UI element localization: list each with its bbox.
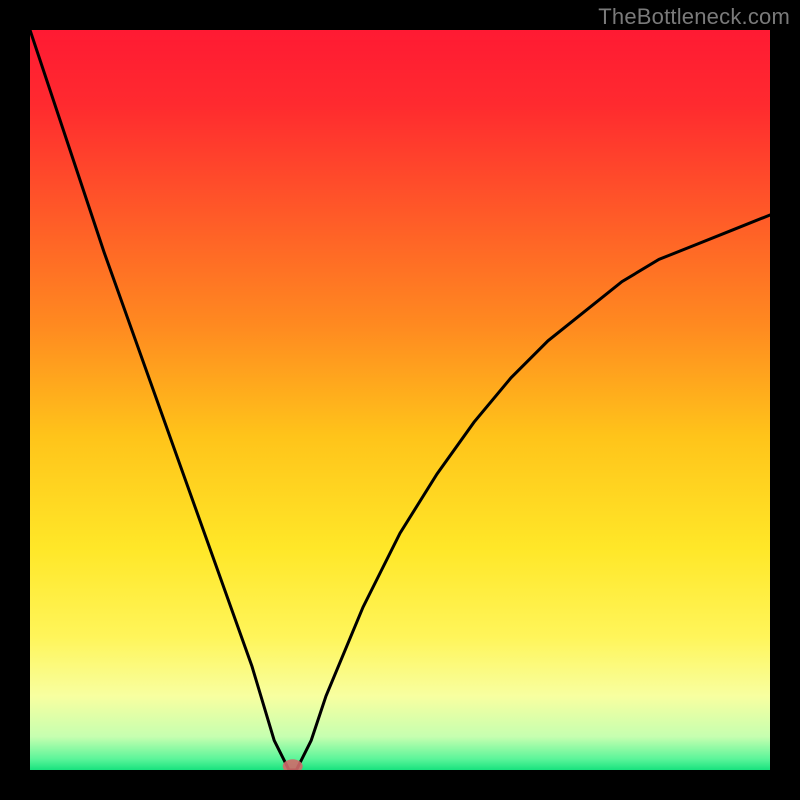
watermark-text: TheBottleneck.com — [598, 4, 790, 30]
chart-container: TheBottleneck.com — [0, 0, 800, 800]
bottleneck-chart — [30, 30, 770, 770]
gradient-background — [30, 30, 770, 770]
